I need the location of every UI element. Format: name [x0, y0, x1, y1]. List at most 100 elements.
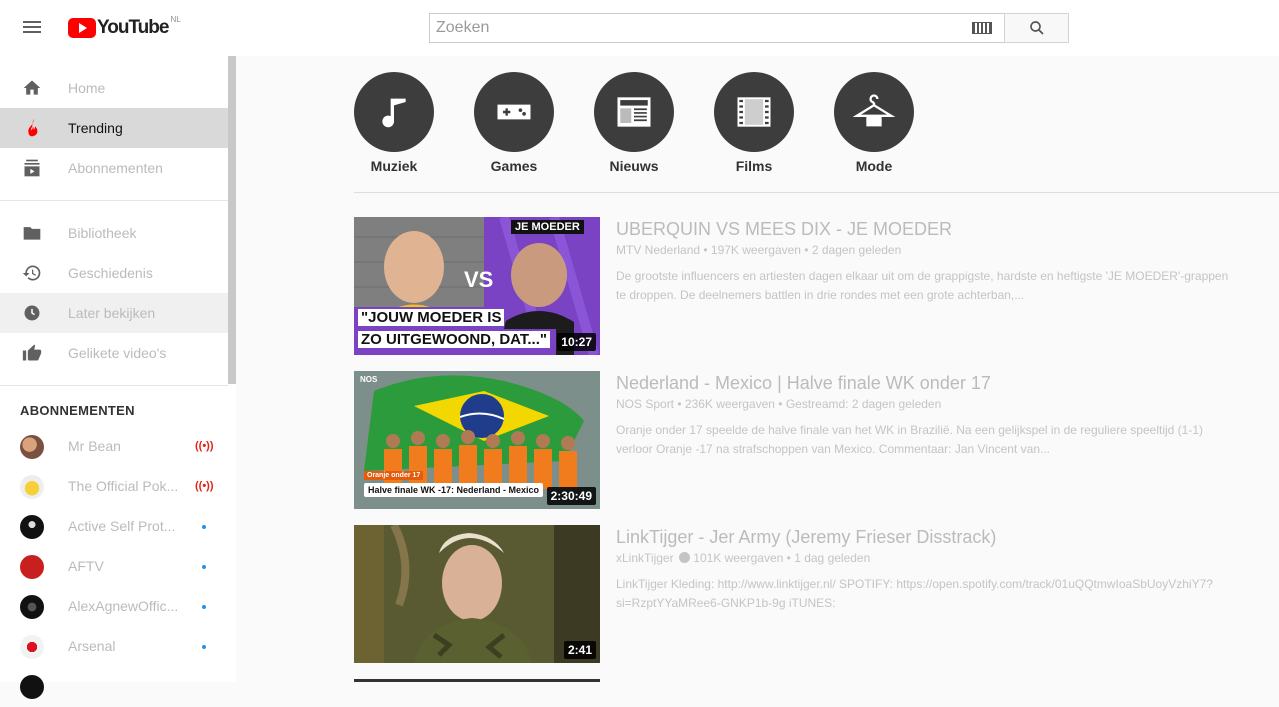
- sidebar-item-subscriptions[interactable]: Abonnementen: [0, 148, 228, 188]
- channel-avatar: [20, 475, 44, 499]
- category-icon-circle: [834, 72, 914, 152]
- live-icon: ((•)): [195, 480, 214, 492]
- channel-name[interactable]: xLinkTijger: [616, 551, 674, 565]
- subscription-item[interactable]: Arsenal: [0, 627, 228, 667]
- video-stats: 101K weergaven • 1 dag geleden: [693, 551, 871, 565]
- nos-logo: NOS: [360, 375, 378, 384]
- subscription-label: AlexAgnewOffic...: [68, 598, 179, 614]
- video-duration: 2:41: [563, 641, 596, 659]
- sidebar-scrollbar[interactable]: [228, 56, 236, 384]
- video-title[interactable]: UBERQUIN VS MEES DIX - JE MOEDER: [616, 219, 952, 240]
- search-button[interactable]: [1004, 13, 1069, 43]
- new-content-dot: [202, 565, 206, 569]
- category-games[interactable]: Games: [474, 72, 554, 174]
- thumbnail-banner: Halve finale WK -17: Nederland - Mexico: [364, 483, 544, 497]
- category-icon-circle: [354, 72, 434, 152]
- subscription-label: Arsenal: [68, 638, 116, 654]
- logo-region: NL: [170, 15, 181, 24]
- home-icon: [23, 80, 41, 95]
- sidebar-item-home[interactable]: Home: [0, 68, 228, 108]
- sidebar: Home Trending Abonnementen Bibliotheek G…: [0, 56, 236, 699]
- category-divider: [354, 192, 1279, 193]
- sidebar-item-label: Trending: [68, 120, 123, 136]
- newspaper-icon: [617, 97, 651, 127]
- new-content-dot: [202, 605, 206, 609]
- category-news[interactable]: Nieuws: [594, 72, 674, 174]
- sidebar-item-history[interactable]: Geschiedenis: [0, 253, 228, 293]
- channel-avatar: [20, 635, 44, 659]
- film-strip-icon: [737, 97, 771, 127]
- channel-avatar: [20, 595, 44, 619]
- channel-avatar: [20, 515, 44, 539]
- channel-avatar: [20, 675, 44, 699]
- subscription-item[interactable]: Mr Bean ((•)): [0, 427, 228, 467]
- video-thumbnail[interactable]: 2:41: [354, 525, 600, 663]
- video-metadata: NOS Sport • 236K weergaven • Gestreamd: …: [616, 397, 942, 411]
- category-label: Nieuws: [609, 158, 659, 174]
- video-description: Oranje onder 17 speelde de halve finale …: [616, 423, 1204, 456]
- sidebar-item-label: Abonnementen: [68, 160, 163, 176]
- gamepad-icon: [497, 104, 531, 120]
- subscription-item[interactable]: Active Self Prot...: [0, 507, 228, 547]
- clock-icon: [24, 305, 40, 321]
- sidebar-item-label: Home: [68, 80, 106, 96]
- video-metadata: xLinkTijger 101K weergaven • 1 dag geled…: [616, 551, 870, 565]
- video-title[interactable]: Nederland - Mexico | Halve finale WK ond…: [616, 373, 991, 394]
- sidebar-item-label: Later bekijken: [68, 305, 156, 321]
- thumbnail-brand-text: JE MOEDER: [511, 220, 584, 234]
- sidebar-item-watch-later[interactable]: Later bekijken: [0, 293, 228, 333]
- video-item: JE MOEDER VS "JOUW MOEDER IS ZO UITGEWOO…: [354, 217, 1279, 355]
- video-item: 2:41 LinkTijger - Jer Army (Jeremy Fries…: [354, 525, 1279, 663]
- subscription-item[interactable]: AFTV: [0, 547, 228, 587]
- subscription-item[interactable]: [0, 667, 228, 707]
- search-box: [429, 13, 1005, 43]
- hanger-icon: [852, 94, 896, 127]
- category-fashion[interactable]: Mode: [834, 72, 914, 174]
- logo-text: YouTube: [97, 17, 169, 38]
- folder-icon: [23, 227, 41, 240]
- video-duration: 10:27: [557, 333, 596, 351]
- category-icon-circle: [474, 72, 554, 152]
- category-films[interactable]: Films: [714, 72, 794, 174]
- sidebar-item-label: Geschiedenis: [68, 265, 153, 281]
- sidebar-item-liked-videos[interactable]: Gelikete video's: [0, 333, 228, 373]
- live-icon: ((•)): [195, 440, 214, 452]
- subscription-label: Mr Bean: [68, 438, 121, 454]
- sidebar-item-library[interactable]: Bibliotheek: [0, 213, 228, 253]
- category-music[interactable]: Muziek: [354, 72, 434, 174]
- keyboard-icon[interactable]: [972, 22, 992, 34]
- video-metadata: MTV Nederland • 197K weergaven • 2 dagen…: [616, 243, 902, 257]
- sidebar-item-label: Bibliotheek: [68, 225, 137, 241]
- subscription-label: The Official Pok...: [68, 478, 179, 494]
- search-input[interactable]: [430, 14, 972, 42]
- new-content-dot: [202, 525, 206, 529]
- subscription-label: Active Self Prot...: [68, 518, 176, 534]
- category-label: Games: [490, 158, 538, 174]
- category-label: Muziek: [370, 158, 418, 174]
- youtube-logo[interactable]: YouTube NL: [68, 15, 181, 40]
- video-item: NOS Oranje onder 17 Halve finale WK -17:…: [354, 371, 1279, 509]
- thumbs-up-icon: [22, 344, 42, 361]
- thumbnail-caption-line2: ZO UITGEWOOND, DAT...": [358, 331, 550, 348]
- thumbnail-tag: Oranje onder 17: [364, 471, 424, 480]
- video-thumbnail[interactable]: JE MOEDER VS "JOUW MOEDER IS ZO UITGEWOO…: [354, 217, 600, 355]
- video-thumbnail[interactable]: NOS Oranje onder 17 Halve finale WK -17:…: [354, 371, 600, 509]
- thumbnail-caption-line1: "JOUW MOEDER IS: [358, 309, 505, 326]
- hamburger-menu-icon[interactable]: [20, 18, 44, 38]
- subscription-item[interactable]: AlexAgnewOffic...: [0, 587, 228, 627]
- subscriptions-icon: [24, 159, 40, 177]
- search-icon: [1029, 21, 1044, 35]
- video-description: De grootste influencers en artiesten dag…: [616, 269, 1229, 302]
- video-title[interactable]: LinkTijger - Jer Army (Jeremy Frieser Di…: [616, 527, 996, 548]
- subscriptions-heading: ABONNEMENTEN: [20, 403, 135, 418]
- sidebar-item-trending[interactable]: Trending: [0, 108, 228, 148]
- sidebar-item-label: Gelikete video's: [68, 345, 167, 361]
- sidebar-divider: [0, 200, 228, 201]
- category-label: Mode: [855, 158, 893, 174]
- video-description: LinkTijger Kleding: http://www.linktijge…: [616, 577, 1213, 610]
- video-duration: 2:30:49: [546, 487, 596, 505]
- thumbnail-vs-text: VS: [464, 267, 494, 292]
- category-label: Films: [735, 158, 773, 174]
- subscription-item[interactable]: The Official Pok... ((•)): [0, 467, 228, 507]
- category-icon-circle: [714, 72, 794, 152]
